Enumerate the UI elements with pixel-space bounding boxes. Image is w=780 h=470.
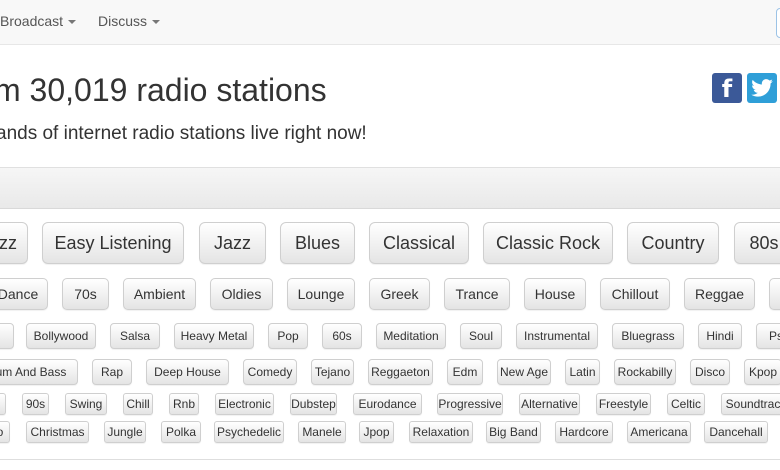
genre-button[interactable]: House xyxy=(524,278,586,310)
genre-button[interactable] xyxy=(769,278,780,310)
genre-button[interactable]: Jungle xyxy=(104,421,146,443)
genre-button[interactable]: Trance xyxy=(444,278,510,310)
genre-button[interactable]: Tejano xyxy=(311,359,354,385)
caret-down-icon xyxy=(68,20,77,25)
search-bar-strip xyxy=(0,167,780,209)
genre-button[interactable]: o xyxy=(0,421,10,443)
genre-button[interactable]: 60s xyxy=(322,323,362,349)
genre-button[interactable]: Heavy Metal xyxy=(174,323,254,349)
genre-button[interactable]: Polka xyxy=(161,421,201,443)
genre-button[interactable]: Edm xyxy=(447,359,483,385)
genre-button[interactable]: Salsa xyxy=(110,323,160,349)
twitter-icon[interactable] xyxy=(747,73,777,103)
genre-row-1: zz Easy Listening Jazz Blues Classical C… xyxy=(0,222,780,270)
genre-button[interactable]: Chillout xyxy=(600,278,670,310)
genre-button[interactable]: Dubstep xyxy=(290,393,337,415)
genre-button[interactable]: Deep House xyxy=(146,359,229,385)
caret-down-icon xyxy=(152,20,161,25)
genre-button[interactable]: Swing xyxy=(65,393,107,415)
page-subtitle: ands of internet radio stations live rig… xyxy=(0,123,367,144)
genre-button[interactable]: Electronic xyxy=(215,393,274,415)
genre-button[interactable]: Eurodance xyxy=(353,393,422,415)
facebook-glyph: f xyxy=(721,75,733,103)
nav-discuss-label: Discuss xyxy=(98,13,148,29)
genre-button[interactable]: Greek xyxy=(369,278,430,310)
divider xyxy=(0,459,780,460)
genre-button[interactable]: Hindi xyxy=(698,323,742,349)
genre-button[interactable]: Christmas xyxy=(26,421,89,443)
genre-button[interactable]: Country xyxy=(627,222,719,264)
genre-button[interactable]: Rockabilly xyxy=(614,359,676,385)
genre-button[interactable]: Classical xyxy=(369,222,469,264)
genre-button[interactable]: Comedy xyxy=(243,359,297,385)
genre-button[interactable]: Ambient xyxy=(123,278,196,310)
genre-button[interactable]: Blues xyxy=(280,222,355,264)
genre-button[interactable]: Bluegrass xyxy=(612,323,684,349)
genre-button[interactable]: Relaxation xyxy=(409,421,473,443)
genre-button[interactable]: 90s xyxy=(22,393,49,415)
genre-button[interactable]: Alternative xyxy=(519,393,580,415)
genre-button[interactable]: Soundtrack xyxy=(721,393,780,415)
genre-button[interactable]: Rap xyxy=(92,359,132,385)
genre-button[interactable]: Jpop xyxy=(359,421,394,443)
genre-button[interactable]: Lounge xyxy=(287,278,355,310)
genre-button[interactable] xyxy=(0,393,6,415)
genre-button[interactable]: Reggae xyxy=(684,278,755,310)
genre-button[interactable]: Oldies xyxy=(210,278,273,310)
page-title: m 30,019 radio stations xyxy=(0,72,327,108)
genre-row-2: Dance 70s Ambient Oldies Lounge Greek Tr… xyxy=(0,278,780,326)
genre-button[interactable]: Freestyle xyxy=(596,393,651,415)
genre-button[interactable]: Classic Rock xyxy=(483,222,613,264)
genre-button[interactable]: Celtic xyxy=(667,393,705,415)
genre-button[interactable]: Easy Listening xyxy=(42,222,184,264)
nav-edge-control[interactable] xyxy=(776,8,780,38)
genre-button[interactable]: New Age xyxy=(497,359,551,385)
genre-button[interactable]: 70s xyxy=(62,278,109,310)
genre-button[interactable]: Hardcore xyxy=(555,421,613,443)
genre-button[interactable] xyxy=(0,323,14,349)
genre-button[interactable]: Americana xyxy=(627,421,691,443)
genre-button[interactable]: Meditation xyxy=(376,323,446,349)
facebook-icon[interactable]: f xyxy=(712,73,742,103)
genre-button[interactable]: Manele xyxy=(298,421,346,443)
nav-broadcast-dropdown[interactable]: Broadcast xyxy=(0,13,77,29)
genre-button[interactable]: Disco xyxy=(690,359,730,385)
genre-button[interactable]: Pop xyxy=(268,323,308,349)
genre-button[interactable]: zz xyxy=(0,222,28,264)
genre-button[interactable]: Jazz xyxy=(199,222,266,264)
genre-button[interactable]: Soul xyxy=(460,323,502,349)
genre-button[interactable]: 80s xyxy=(734,222,780,264)
genre-button[interactable]: Reggaeton xyxy=(368,359,433,385)
genre-button[interactable]: Rnb xyxy=(169,393,199,415)
twitter-bird-icon xyxy=(751,79,773,97)
nav-discuss-dropdown[interactable]: Discuss xyxy=(98,13,161,29)
genre-row-6: o Christmas Jungle Polka Psychedelic Man… xyxy=(0,421,780,469)
genre-button[interactable]: Psychedelic xyxy=(214,421,284,443)
genre-button[interactable]: Ps xyxy=(756,323,780,349)
genre-button[interactable]: Big Band xyxy=(486,421,541,443)
genre-button[interactable]: Kpop xyxy=(744,359,780,385)
genre-button[interactable]: Latin xyxy=(565,359,600,385)
genre-button[interactable]: Chill xyxy=(123,393,153,415)
genre-button[interactable]: Bollywood xyxy=(26,323,96,349)
genre-button[interactable]: Dancehall xyxy=(704,421,768,443)
genre-button[interactable]: rum And Bass xyxy=(0,359,78,385)
genre-button[interactable]: Instrumental xyxy=(516,323,598,349)
top-navbar: Broadcast Discuss xyxy=(0,0,780,45)
genre-button[interactable]: Progressive xyxy=(437,393,503,415)
genre-button[interactable]: Dance xyxy=(0,278,48,310)
nav-broadcast-label: Broadcast xyxy=(0,13,64,29)
